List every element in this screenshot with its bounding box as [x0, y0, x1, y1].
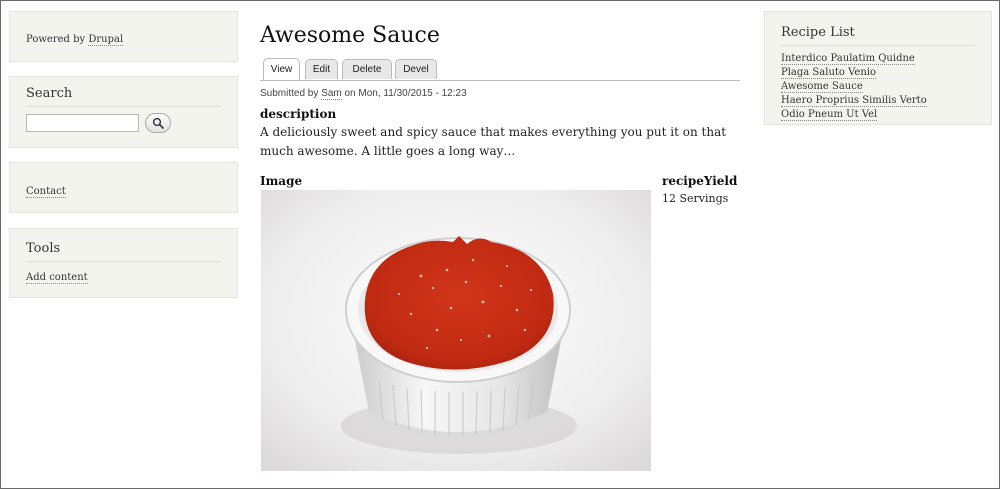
list-item: Haero Proprius Similis Verto [781, 94, 927, 108]
recipe-list: Interdico Paulatim Quidne Plaga Saluto V… [781, 52, 927, 122]
tools-block: Tools Add content [9, 228, 238, 298]
submitted-info: Submitted by Sam on Mon, 11/30/2015 - 12… [260, 88, 467, 100]
add-content-link[interactable]: Add content [26, 272, 88, 284]
contact-link[interactable]: Contact [26, 186, 66, 198]
list-item: Odio Pneum Ut Vel [781, 108, 927, 122]
recipe-list-title: Recipe List [781, 25, 975, 46]
tab-delete[interactable]: Delete [342, 59, 392, 79]
submitted-date: on Mon, 11/30/2015 - 12:23 [341, 88, 467, 99]
tab-view[interactable]: View [263, 58, 300, 80]
powered-by-block: Powered by Drupal [9, 11, 238, 62]
description-label: description [260, 107, 337, 121]
page-title: Awesome Sauce [260, 23, 440, 48]
recipe-list-block: Recipe List Interdico Paulatim Quidne Pl… [764, 11, 992, 125]
recipe-link-haero[interactable]: Haero Proprius Similis Verto [781, 95, 927, 107]
drupal-link[interactable]: Drupal [88, 34, 124, 46]
tab-edit[interactable]: Edit [305, 59, 338, 79]
recipe-link-awesome-sauce[interactable]: Awesome Sauce [781, 81, 863, 93]
contact-block: Contact [9, 162, 238, 213]
search-button[interactable] [145, 113, 171, 133]
search-block: Search [9, 76, 238, 148]
node-tabs: View Edit Delete Devel [260, 57, 740, 81]
search-block-title: Search [26, 86, 221, 107]
list-item: Awesome Sauce [781, 80, 927, 94]
tools-block-title: Tools [26, 241, 221, 262]
recipe-image [261, 190, 651, 471]
recipe-yield-value: 12 Servings [662, 192, 729, 205]
powered-by-text: Powered by Drupal [26, 34, 124, 46]
search-input[interactable] [26, 114, 139, 132]
powered-by-prefix: Powered by [26, 34, 89, 45]
author-link[interactable]: Sam [321, 88, 342, 100]
submitted-prefix: Submitted by [260, 88, 322, 99]
recipe-yield-label: recipeYield [662, 174, 738, 188]
description-text: A deliciously sweet and spicy sauce that… [260, 125, 727, 158]
list-item: Plaga Saluto Venio [781, 66, 927, 80]
recipe-link-plaga[interactable]: Plaga Saluto Venio [781, 67, 876, 79]
recipe-link-odio[interactable]: Odio Pneum Ut Vel [781, 109, 878, 121]
list-item: Interdico Paulatim Quidne [781, 52, 927, 66]
magnifier-icon [152, 117, 164, 129]
recipe-link-interdico[interactable]: Interdico Paulatim Quidne [781, 53, 915, 65]
image-label: Image [260, 174, 303, 188]
tab-devel[interactable]: Devel [395, 59, 437, 79]
